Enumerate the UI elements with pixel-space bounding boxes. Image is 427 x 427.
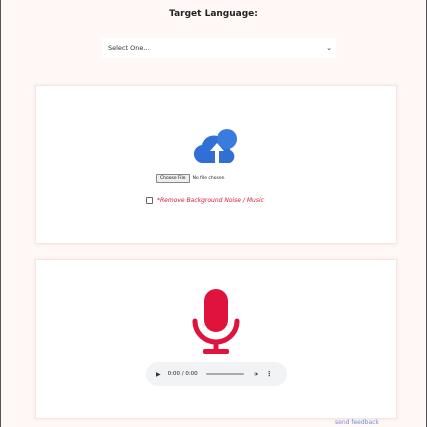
upload-card <box>35 85 397 244</box>
chevron-down-icon: ⌄ <box>326 44 332 52</box>
file-input-row: Choose File No file chosen <box>156 174 224 183</box>
target-language-label: Target Language: <box>169 9 258 19</box>
remove-background-option: *Remove Background Noise / Music <box>146 197 264 204</box>
microphone-icon[interactable] <box>191 289 241 357</box>
audio-progress-slider[interactable] <box>205 373 244 375</box>
play-icon[interactable]: ▶ <box>156 371 161 378</box>
more-options-icon[interactable]: ⋮ <box>266 370 273 378</box>
target-language-select[interactable]: Select One... ⌄ <box>102 38 336 58</box>
send-feedback-link[interactable]: send feedback <box>335 419 379 426</box>
choose-file-button[interactable]: Choose File <box>156 174 190 183</box>
audio-player: ▶ 0:00 / 0:00 🕩 ⋮ <box>146 362 287 386</box>
audio-time: 0:00 / 0:00 <box>167 371 198 377</box>
remove-background-label: *Remove Background Noise / Music <box>157 197 264 204</box>
select-value: Select One... <box>108 44 150 52</box>
cloud-upload-icon <box>194 129 237 164</box>
volume-icon[interactable]: 🕩 <box>254 370 258 379</box>
page: Target Language: Select One... ⌄ Choose … <box>0 0 427 427</box>
file-status-text: No file chosen <box>192 176 225 181</box>
remove-background-checkbox[interactable] <box>146 197 153 204</box>
